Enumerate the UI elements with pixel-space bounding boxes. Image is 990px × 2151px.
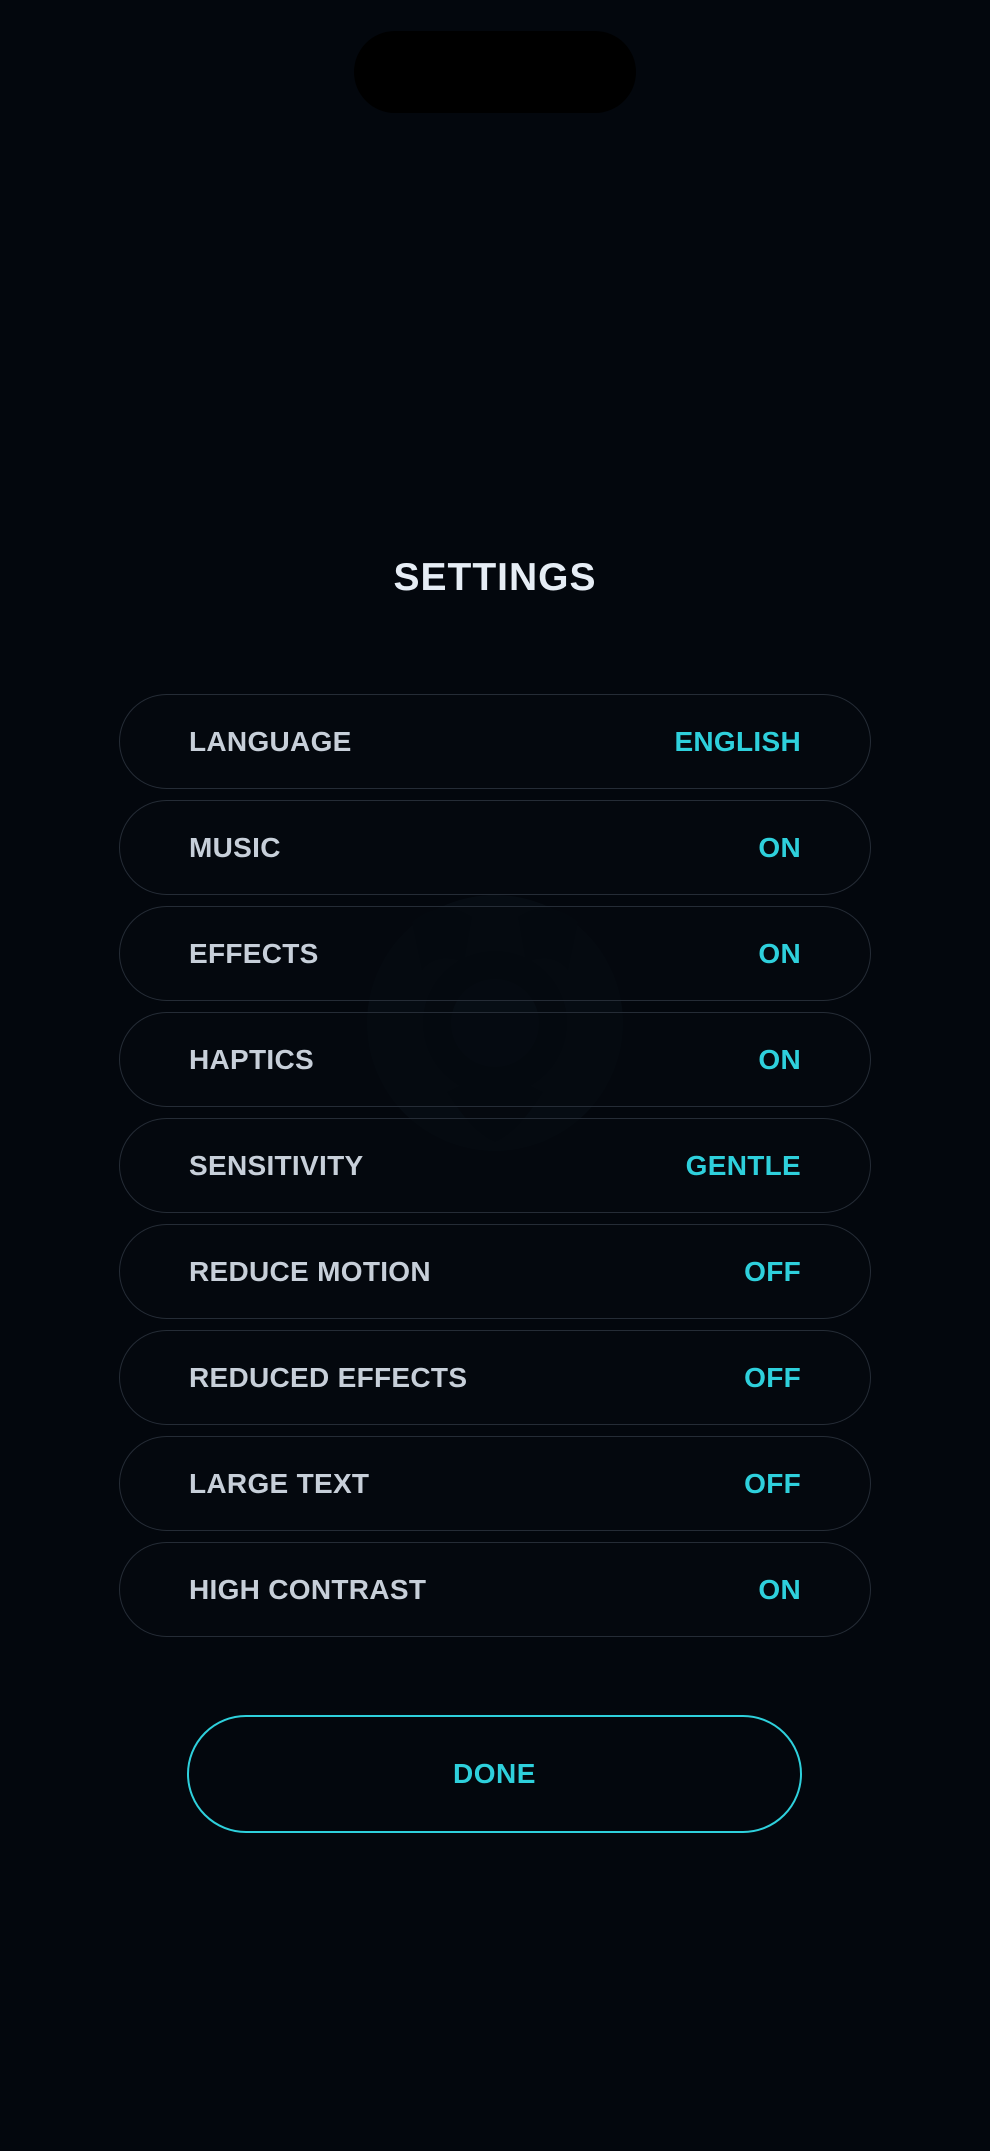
setting-row-reduce-motion[interactable]: REDUCE MOTION OFF [119,1224,871,1319]
setting-label: SENSITIVITY [189,1149,364,1181]
setting-label: LARGE TEXT [189,1467,370,1499]
setting-value: OFF [744,1361,801,1393]
setting-label: MUSIC [189,831,281,863]
setting-label: REDUCE MOTION [189,1255,431,1287]
setting-row-language[interactable]: LANGUAGE ENGLISH [119,694,871,789]
page-title: SETTINGS [393,556,597,599]
setting-value: ON [758,1043,801,1075]
setting-row-haptics[interactable]: HAPTICS ON [119,1012,871,1107]
setting-label: HIGH CONTRAST [189,1573,427,1605]
setting-row-reduced-effects[interactable]: REDUCED EFFECTS OFF [119,1330,871,1425]
setting-row-effects[interactable]: EFFECTS ON [119,906,871,1001]
setting-label: LANGUAGE [189,725,352,757]
setting-label: REDUCED EFFECTS [189,1361,468,1393]
dynamic-island [354,31,636,113]
setting-value: ON [758,1573,801,1605]
setting-value: ON [758,831,801,863]
setting-value: ON [758,937,801,969]
setting-value: OFF [744,1467,801,1499]
settings-list: LANGUAGE ENGLISH MUSIC ON EFFECTS ON HAP… [119,694,871,1648]
done-button[interactable]: DONE [187,1715,802,1833]
setting-row-music[interactable]: MUSIC ON [119,800,871,895]
setting-row-sensitivity[interactable]: SENSITIVITY GENTLE [119,1118,871,1213]
setting-value: GENTLE [685,1149,801,1181]
setting-value: OFF [744,1255,801,1287]
setting-label: EFFECTS [189,937,319,969]
setting-value: ENGLISH [674,725,801,757]
setting-label: HAPTICS [189,1043,314,1075]
setting-row-large-text[interactable]: LARGE TEXT OFF [119,1436,871,1531]
setting-row-high-contrast[interactable]: HIGH CONTRAST ON [119,1542,871,1637]
